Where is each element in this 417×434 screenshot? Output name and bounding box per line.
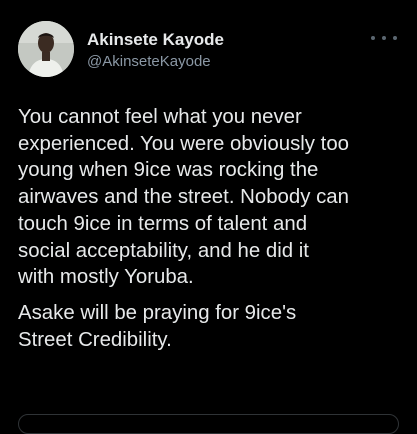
text-line: airwaves and the street. Nobody can <box>18 186 349 209</box>
tweet-paragraph-1: You cannot feel what you never experienc… <box>18 104 410 291</box>
more-dot <box>371 36 375 40</box>
text-line: Asake will be praying for 9ice's <box>18 301 297 324</box>
more-dot <box>382 36 386 40</box>
text-line: with mostly Yoruba. <box>18 266 194 289</box>
tweet-paragraph-2: Asake will be praying for 9ice's Street … <box>18 300 410 353</box>
tweet-text: You cannot feel what you never experienc… <box>18 104 410 353</box>
text-line: experienced. You were obviously too <box>18 132 350 155</box>
avatar-photo-icon <box>18 21 74 77</box>
more-dot <box>393 36 397 40</box>
more-options-icon[interactable] <box>371 32 397 44</box>
avatar[interactable] <box>18 21 74 77</box>
text-line: social acceptability, and he did it <box>18 239 309 262</box>
text-line: Street Credibility. <box>18 328 172 351</box>
user-handle[interactable]: @AkinseteKayode <box>87 53 211 70</box>
text-line: young when 9ice was rocking the <box>18 159 319 182</box>
tweet-card: Akinsete Kayode @AkinseteKayode You cann… <box>0 0 417 434</box>
text-line: You cannot feel what you never <box>18 106 302 128</box>
quoted-card-edge[interactable] <box>18 414 399 434</box>
text-line: touch 9ice in terms of talent and <box>18 212 308 235</box>
display-name[interactable]: Akinsete Kayode <box>87 30 224 50</box>
